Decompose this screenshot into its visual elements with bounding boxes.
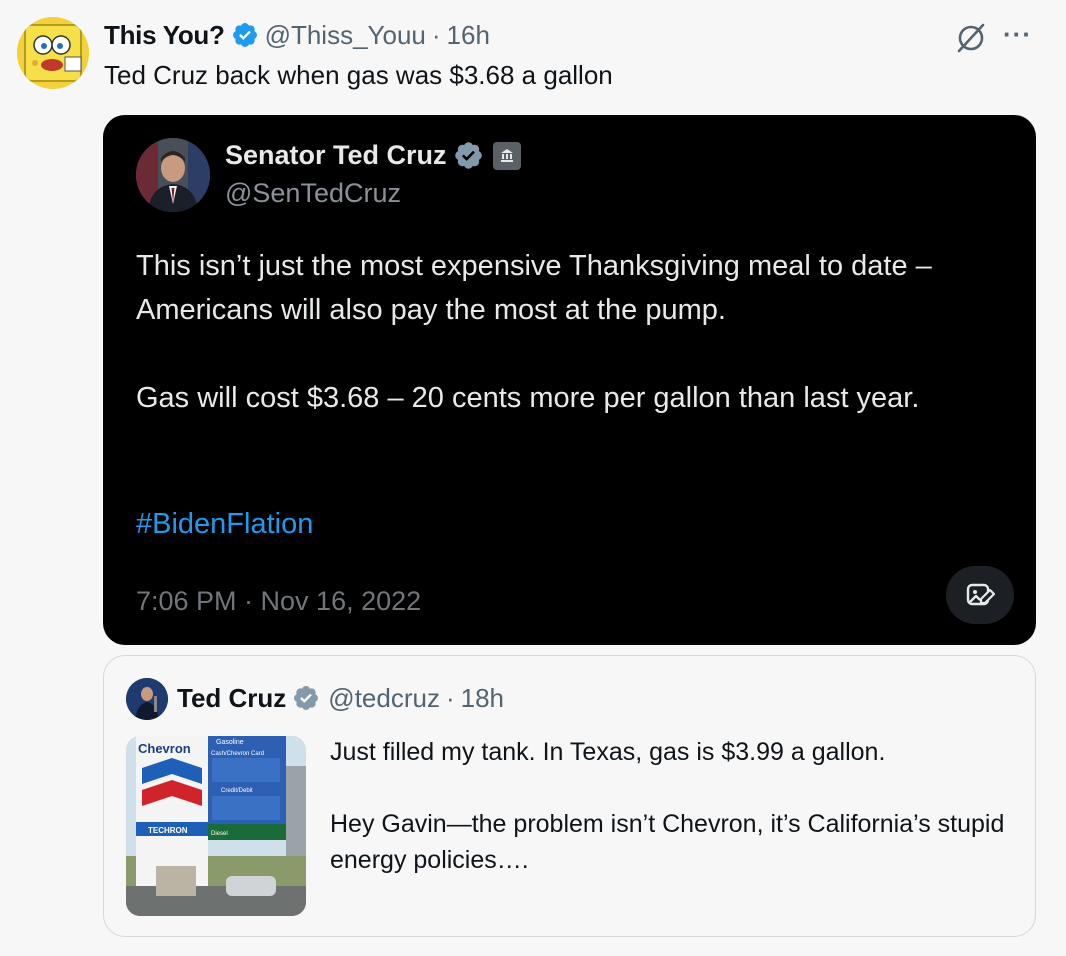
quote-media-thumbnail[interactable]: Chevron TECHRON Gasoline Cash/Chevron Ca…	[126, 736, 306, 916]
spongebob-avatar-image	[17, 17, 89, 89]
tweet-time[interactable]: 16h	[447, 20, 490, 51]
senator-name: Senator Ted Cruz	[225, 140, 447, 170]
screenshot-timestamp: 7:06 PM · Nov 16, 2022	[136, 586, 422, 616]
quote-header: Ted Cruz @tedcruz · 18h	[177, 680, 504, 716]
quote-author-handle: @tedcruz	[328, 682, 440, 713]
embedded-screenshot[interactable]: Senator Ted Cruz @SenTedCruz This isn’t …	[103, 115, 1036, 645]
sign-credit: Credit/Debit	[221, 788, 253, 794]
chevron-gas-sign-image: Chevron TECHRON Gasoline Cash/Chevron Ca…	[126, 736, 306, 916]
separator-dot: ·	[445, 682, 455, 713]
senator-handle: @SenTedCruz	[225, 178, 401, 208]
government-building-icon	[492, 141, 521, 170]
verified-gray-badge-icon	[294, 686, 319, 710]
screenshot-body-text: This isn’t just the most expensive Thank…	[136, 250, 932, 414]
author-name[interactable]: This You?	[104, 20, 225, 51]
sign-diesel: Diesel	[211, 831, 228, 837]
senator-header: Senator Ted Cruz	[225, 140, 521, 171]
image-edit-icon[interactable]	[946, 566, 1014, 624]
quoted-tweet[interactable]: Ted Cruz @tedcruz · 18h Chevron TECHRON …	[103, 655, 1036, 937]
sign-brand: Chevron	[138, 741, 191, 756]
sign-techron: TECHRON	[148, 826, 188, 835]
tweet-text: Ted Cruz back when gas was $3.68 a gallo…	[104, 60, 613, 90]
quote-author-avatar	[126, 678, 168, 720]
author-avatar[interactable]	[17, 17, 89, 89]
separator-dot: ·	[431, 19, 441, 50]
author-handle[interactable]: @Thiss_Youu	[265, 20, 426, 51]
quote-author-name: Ted Cruz	[177, 682, 287, 713]
verified-badge-icon	[232, 23, 257, 47]
quote-text: Just filled my tank. In Texas, gas is $3…	[330, 738, 1005, 874]
sign-card: Cash/Chevron Card	[211, 751, 264, 757]
grok-icon[interactable]	[953, 20, 989, 56]
senator-avatar	[136, 138, 210, 212]
sign-gasoline: Gasoline	[216, 739, 244, 746]
tweet-header: This You? @Thiss_Youu · 16h	[104, 18, 490, 52]
verified-gray-badge-icon	[454, 142, 482, 169]
more-dots-icon[interactable]: ···	[1003, 21, 1035, 52]
hashtag-link: #BidenFlation	[136, 508, 314, 540]
quote-time: 18h	[460, 682, 505, 713]
